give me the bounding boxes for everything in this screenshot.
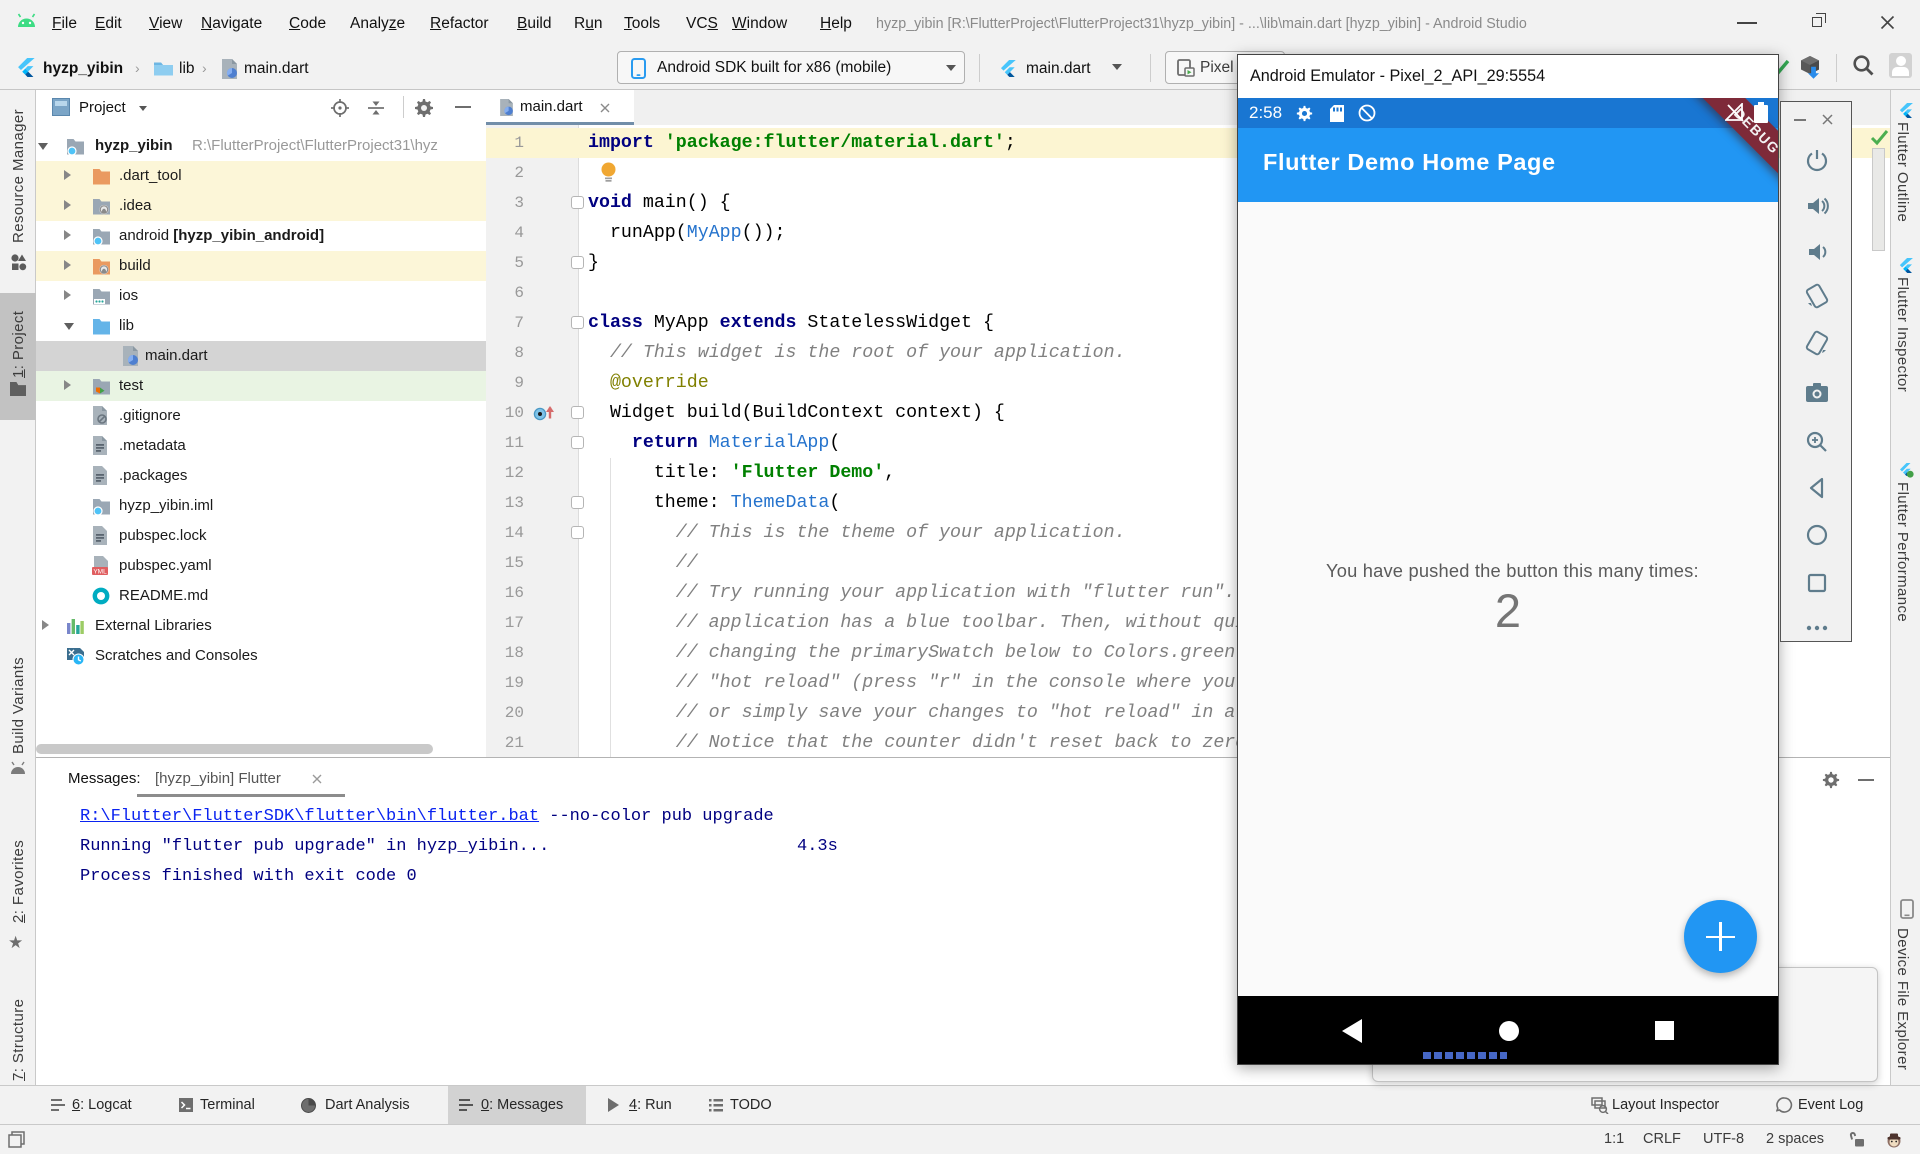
svg-text:YML: YML — [93, 568, 107, 575]
